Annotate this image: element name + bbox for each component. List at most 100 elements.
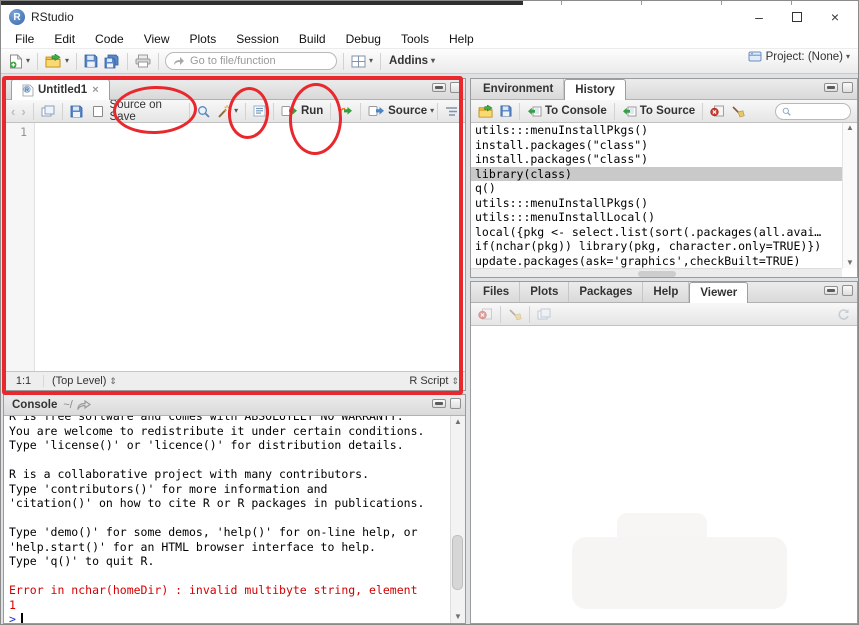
menu-code[interactable]: Code xyxy=(85,30,134,48)
viewer-refresh-button[interactable] xyxy=(834,306,853,323)
history-entry[interactable]: utils:::menuInstallPkgs() xyxy=(471,123,842,138)
minimize-button[interactable]: – xyxy=(740,6,778,28)
scope-selector[interactable]: (Top Level) ⇕ xyxy=(44,375,125,387)
find-replace-button[interactable] xyxy=(194,103,213,120)
source-button[interactable]: Source ▾ xyxy=(365,103,437,119)
viewer-stop-button[interactable] xyxy=(475,306,496,322)
tab-files[interactable]: Files xyxy=(473,282,520,302)
panel-minimize-icon[interactable] xyxy=(824,286,838,295)
project-label: Project: (None) xyxy=(766,51,843,63)
tab-environment[interactable]: Environment xyxy=(473,79,564,99)
save-button[interactable] xyxy=(81,52,101,70)
history-hscrollbar[interactable] xyxy=(471,268,842,278)
goto-file-function-box[interactable] xyxy=(165,52,337,70)
menu-file[interactable]: File xyxy=(5,30,44,48)
menu-help[interactable]: Help xyxy=(439,30,484,48)
back-button[interactable]: ‹ xyxy=(8,102,18,121)
checkbox-icon[interactable] xyxy=(93,106,103,117)
console-scrollbar[interactable]: ▲ ▼ xyxy=(450,416,465,623)
addins-button[interactable]: Addins ▾ xyxy=(385,53,439,69)
open-folder-arrow-icon[interactable] xyxy=(77,400,91,410)
tab-help[interactable]: Help xyxy=(643,282,689,302)
to-console-button[interactable]: To Console xyxy=(524,103,610,119)
console-line: Type 'license()' or 'licence()' for dist… xyxy=(9,438,450,453)
run-button[interactable]: Run xyxy=(278,103,326,119)
to-source-button[interactable]: To Source xyxy=(619,103,698,119)
open-file-button[interactable]: ▾ xyxy=(42,52,72,70)
scroll-down-icon[interactable]: ▼ xyxy=(846,259,854,267)
panel-maximize-icon[interactable] xyxy=(842,285,853,296)
save-source-button[interactable] xyxy=(67,103,86,120)
filetype-selector[interactable]: R Script ⇕ xyxy=(409,375,465,387)
tab-history[interactable]: History xyxy=(564,79,626,100)
menu-build[interactable]: Build xyxy=(289,30,336,48)
search-icon xyxy=(197,105,210,118)
code-editor[interactable]: 1 xyxy=(4,123,465,371)
save-history-button[interactable] xyxy=(497,103,515,119)
history-search-box[interactable] xyxy=(775,103,851,120)
clear-history-button[interactable] xyxy=(728,103,748,120)
panel-minimize-icon[interactable] xyxy=(432,83,446,92)
document-outline-button[interactable] xyxy=(442,104,461,119)
scroll-up-icon[interactable]: ▲ xyxy=(846,124,854,132)
console-scroll-thumb[interactable] xyxy=(452,535,463,590)
remove-entries-button[interactable] xyxy=(707,103,728,119)
history-scrollbar[interactable]: ▲ ▼ xyxy=(842,123,857,268)
compile-report-button[interactable] xyxy=(250,103,269,119)
workspace-panes-button[interactable]: ▾ xyxy=(348,53,376,70)
panel-minimize-icon[interactable] xyxy=(824,83,838,92)
viewer-clear-button[interactable] xyxy=(505,306,525,323)
close-button[interactable]: × xyxy=(816,6,854,28)
menu-plots[interactable]: Plots xyxy=(180,30,227,48)
project-selector[interactable]: Project: (None) ▾ xyxy=(748,50,850,63)
console-prompt: > xyxy=(9,612,16,623)
maximize-button[interactable] xyxy=(778,6,816,28)
hscroll-thumb[interactable] xyxy=(638,271,676,277)
addins-label: Addins xyxy=(389,55,428,67)
r-document-icon: R xyxy=(22,84,34,97)
text-cursor xyxy=(21,613,23,623)
forward-button[interactable]: › xyxy=(18,102,28,121)
menu-tools[interactable]: Tools xyxy=(391,30,439,48)
menu-session[interactable]: Session xyxy=(226,30,289,48)
history-entry[interactable]: utils:::menuInstallPkgs() xyxy=(471,196,842,211)
tab-untitled1[interactable]: R Untitled1 × xyxy=(11,79,110,100)
history-entry[interactable]: q() xyxy=(471,181,842,196)
panel-maximize-icon[interactable] xyxy=(450,82,461,93)
tab-packages[interactable]: Packages xyxy=(569,282,643,302)
tab-viewer[interactable]: Viewer xyxy=(689,282,748,303)
history-search-input[interactable] xyxy=(794,105,844,117)
history-entry[interactable]: local({pkg <- select.list(sort(.packages… xyxy=(471,225,842,240)
panel-minimize-icon[interactable] xyxy=(432,399,446,408)
history-entry[interactable]: install.packages("class") xyxy=(471,138,842,153)
print-button[interactable] xyxy=(132,52,154,70)
panes-grid-icon xyxy=(351,55,366,68)
scroll-up-icon[interactable]: ▲ xyxy=(454,418,462,426)
new-file-button[interactable]: ▾ xyxy=(6,52,33,71)
goto-file-function-input[interactable] xyxy=(190,55,320,67)
rerun-button[interactable] xyxy=(335,103,356,119)
history-entry[interactable]: install.packages("class") xyxy=(471,152,842,167)
save-all-button[interactable] xyxy=(101,52,123,71)
scroll-down-icon[interactable]: ▼ xyxy=(454,613,462,621)
panel-maximize-icon[interactable] xyxy=(450,398,461,409)
broom-icon xyxy=(508,308,522,321)
menu-view[interactable]: View xyxy=(134,30,180,48)
history-entry[interactable]: utils:::menuInstallLocal() xyxy=(471,210,842,225)
menu-debug[interactable]: Debug xyxy=(336,30,391,48)
menu-edit[interactable]: Edit xyxy=(44,30,85,48)
viewer-popout-button[interactable] xyxy=(534,306,554,322)
editor-text-area[interactable] xyxy=(35,123,465,371)
tab-plots[interactable]: Plots xyxy=(520,282,569,302)
console-line: 'help.start()' for an HTML browser inter… xyxy=(9,540,450,555)
history-entry[interactable]: update.packages(ask='graphics',checkBuil… xyxy=(471,254,842,269)
source-on-save-checkbox[interactable]: Source on Save xyxy=(90,97,186,125)
history-entry-selected[interactable]: library(class) xyxy=(471,167,842,182)
load-history-button[interactable] xyxy=(475,103,497,120)
console-output[interactable]: R is free software and comes with ABSOLU… xyxy=(4,416,450,623)
open-in-new-window-button[interactable] xyxy=(38,103,58,119)
code-tools-button[interactable]: ▾ xyxy=(213,102,241,121)
tab-close-icon[interactable]: × xyxy=(92,84,98,96)
panel-maximize-icon[interactable] xyxy=(842,82,853,93)
history-entry[interactable]: if(nchar(pkg)) library(pkg, character.on… xyxy=(471,239,842,254)
